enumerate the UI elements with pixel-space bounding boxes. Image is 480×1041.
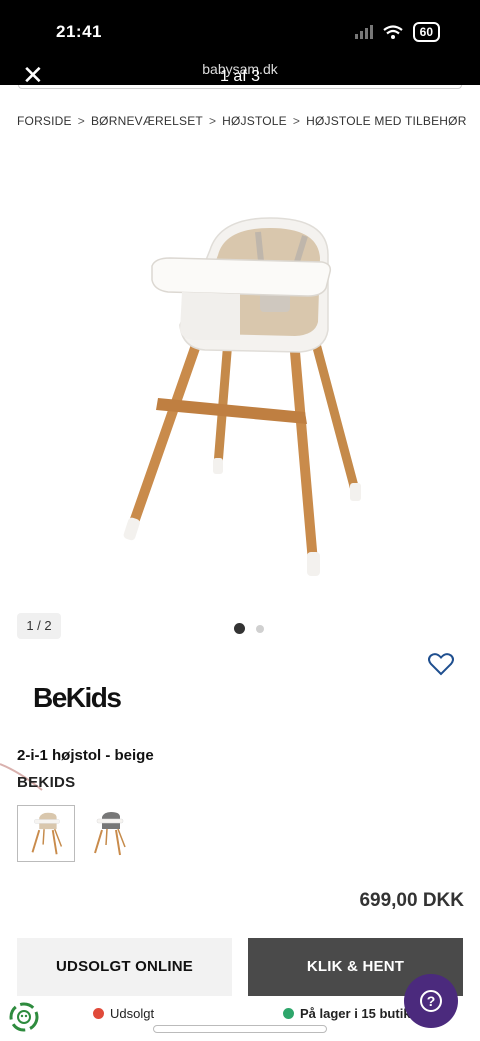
thumbnail-selected[interactable] xyxy=(17,805,75,862)
breadcrumb-item-forside[interactable]: FORSIDE xyxy=(17,114,72,128)
brand-logo[interactable]: BeKids xyxy=(33,682,122,714)
breadcrumb-item-boernevaerelset[interactable]: BØRNEVÆRELSET xyxy=(91,114,203,128)
product-brand[interactable]: BEKIDS xyxy=(17,774,75,791)
browser-top-bar: 21:41 60 ✕ babysam.dk 1 af 3 xyxy=(0,0,480,88)
online-stock-label: Udsolgt xyxy=(110,1006,155,1021)
breadcrumb-separator: > xyxy=(77,114,85,128)
product-price: 699,00 DKK xyxy=(359,890,464,911)
product-title: 2-i-1 højstol - beige xyxy=(17,747,154,764)
wifi-icon xyxy=(382,24,403,39)
status-dot-red xyxy=(93,1008,104,1019)
sheet-edge xyxy=(18,85,462,89)
breadcrumb-separator: > xyxy=(292,114,301,128)
status-icons: 60 xyxy=(354,22,440,42)
store-stock-status[interactable]: På lager i 15 butik xyxy=(283,1006,411,1021)
status-dot-green xyxy=(283,1008,294,1019)
image-counter: 1 / 2 xyxy=(17,613,61,639)
battery-indicator: 60 xyxy=(412,22,440,42)
page-counter: 1 af 3 xyxy=(219,68,261,85)
help-button[interactable]: ? xyxy=(404,974,458,1028)
signal-icon xyxy=(354,25,373,39)
store-stock-label: På lager i 15 butik xyxy=(300,1006,411,1021)
question-icon: ? xyxy=(420,990,442,1012)
breadcrumb-item-hoejstole-med-tilbehoer[interactable]: HØJSTOLE MED TILBEHØR xyxy=(306,114,466,128)
breadcrumb-separator: > xyxy=(208,114,217,128)
soldout-online-button[interactable]: UDSOLGT ONLINE xyxy=(17,938,232,996)
gallery-dot[interactable] xyxy=(256,625,264,633)
thumbnail[interactable] xyxy=(80,805,138,862)
recycle-icon[interactable] xyxy=(8,1001,40,1033)
status-time: 21:41 xyxy=(56,22,102,41)
online-stock-status: Udsolgt xyxy=(93,1006,154,1021)
breadcrumb: FORSIDE > BØRNEVÆRELSET > HØJSTOLE > HØJSTOLE … xyxy=(17,114,467,128)
home-indicator xyxy=(153,1025,327,1033)
heart-icon[interactable] xyxy=(428,652,454,676)
gallery-dot-active[interactable] xyxy=(234,623,245,634)
product-image[interactable] xyxy=(100,200,390,590)
breadcrumb-item-hoejstole[interactable]: HØJSTOLE xyxy=(222,114,287,128)
